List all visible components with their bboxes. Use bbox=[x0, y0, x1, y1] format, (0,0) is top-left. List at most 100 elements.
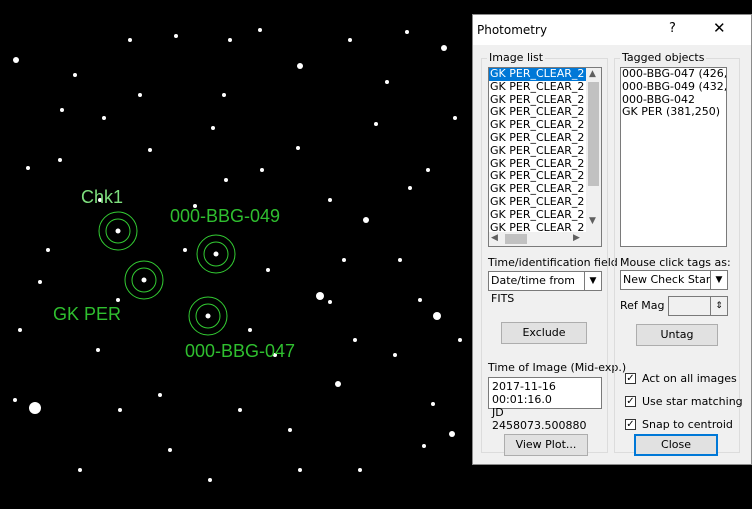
star bbox=[335, 381, 341, 387]
checkbox-label[interactable]: Act on all images bbox=[642, 372, 737, 385]
star bbox=[158, 393, 162, 397]
checkbox[interactable]: ✓ bbox=[625, 396, 636, 407]
checkbox-label[interactable]: Snap to centroid bbox=[642, 418, 733, 431]
tagged-objects-rows: 000-BBG-047 (426,27000-BBG-049 (432,2300… bbox=[621, 68, 726, 119]
tagged-objects-label: Tagged objects bbox=[620, 51, 707, 64]
star bbox=[408, 186, 412, 190]
close-x-button[interactable]: ✕ bbox=[713, 19, 726, 37]
star bbox=[174, 34, 178, 38]
image-list-item[interactable]: GK PER_CLEAR_2 bbox=[489, 80, 601, 94]
star bbox=[418, 298, 422, 302]
image-list-item[interactable]: GK PER_CLEAR_2 bbox=[489, 68, 601, 81]
image-list-scroll-thumb[interactable] bbox=[588, 82, 599, 186]
star bbox=[422, 444, 426, 448]
image-list-vscroll[interactable]: ▲ ▼ bbox=[586, 68, 601, 246]
star bbox=[73, 73, 77, 77]
target-gk-per[interactable]: GK PER bbox=[53, 260, 164, 324]
scroll-left-icon[interactable]: ◀ bbox=[491, 233, 498, 243]
star bbox=[342, 258, 346, 262]
spinner-icon[interactable]: ⇕ bbox=[710, 297, 727, 315]
exclude-button[interactable]: Exclude bbox=[501, 322, 587, 344]
star bbox=[258, 28, 262, 32]
image-list-group: Image list GK PER_CLEAR_2 GK PER_CLEAR_2 G… bbox=[481, 51, 626, 453]
mouse-click-select[interactable]: New Check Star ▼ bbox=[620, 270, 728, 290]
close-button[interactable]: Close bbox=[634, 434, 718, 456]
star bbox=[38, 280, 42, 284]
chevron-down-icon[interactable]: ▼ bbox=[710, 271, 727, 289]
star bbox=[26, 166, 30, 170]
checkbox[interactable]: ✓ bbox=[625, 373, 636, 384]
image-list-hscroll[interactable]: ◀ ▶ bbox=[489, 232, 586, 246]
star bbox=[248, 328, 252, 332]
star bbox=[393, 353, 397, 357]
star bbox=[398, 258, 402, 262]
target-label-chk1: Chk1 bbox=[81, 187, 123, 207]
star bbox=[374, 122, 378, 126]
tagged-objects-list[interactable]: 000-BBG-047 (426,27000-BBG-049 (432,2300… bbox=[620, 67, 727, 247]
star bbox=[13, 57, 19, 63]
target-chk1[interactable]: Chk1 bbox=[81, 187, 138, 251]
image-list-item[interactable]: GK PER_CLEAR_2 bbox=[489, 195, 601, 209]
dialog-titlebar[interactable]: Photometry ? ✕ bbox=[473, 15, 751, 45]
target-label-bbg-047: 000-BBG-047 bbox=[185, 341, 295, 361]
checkbox-label[interactable]: Use star matching bbox=[642, 395, 743, 408]
target-label-gk-per: GK PER bbox=[53, 304, 121, 324]
time-of-image-line-2: JD 2458073.500880 bbox=[492, 406, 587, 432]
star bbox=[453, 116, 457, 120]
star bbox=[328, 300, 332, 304]
image-list-hscroll-thumb[interactable] bbox=[505, 234, 527, 244]
star bbox=[18, 328, 22, 332]
star bbox=[363, 217, 369, 223]
star bbox=[358, 468, 362, 472]
image-list-item[interactable]: GK PER_CLEAR_2 bbox=[489, 144, 601, 158]
ref-mag-input[interactable]: ⇕ bbox=[668, 296, 728, 316]
star bbox=[46, 248, 50, 252]
star bbox=[29, 402, 41, 414]
ref-mag-label: Ref Mag bbox=[620, 299, 665, 312]
help-button[interactable]: ? bbox=[669, 21, 676, 36]
mouse-click-value: New Check Star bbox=[623, 273, 711, 286]
star bbox=[266, 268, 270, 272]
tagged-object-item[interactable]: GK PER (381,250) bbox=[621, 106, 726, 119]
image-list-item[interactable]: GK PER_CLEAR_2 bbox=[489, 131, 601, 145]
image-list-item[interactable]: GK PER_CLEAR_2 bbox=[489, 208, 601, 222]
tagged-object-item[interactable]: 000-BBG-049 (432,23 bbox=[621, 80, 726, 94]
star bbox=[431, 402, 435, 406]
tagged-objects-group: Tagged objects 000-BBG-047 (426,27000-BB… bbox=[614, 51, 743, 453]
star bbox=[228, 38, 232, 42]
star bbox=[353, 338, 357, 342]
star bbox=[348, 38, 352, 42]
star bbox=[211, 126, 215, 130]
star bbox=[405, 30, 409, 34]
checkbox[interactable]: ✓ bbox=[625, 419, 636, 430]
star bbox=[183, 248, 187, 252]
time-field-label: Time/identification field bbox=[488, 256, 618, 269]
target-bbg-049[interactable]: 000-BBG-049 bbox=[170, 206, 280, 274]
star bbox=[433, 312, 441, 320]
star bbox=[458, 338, 462, 342]
star bbox=[238, 408, 242, 412]
time-of-image-box: 2017-11-16 00:01:16.0 JD 2458073.500880 bbox=[488, 377, 602, 432]
stars-layer bbox=[13, 28, 462, 482]
target-bbg-047[interactable]: 000-BBG-047 bbox=[185, 296, 295, 361]
image-list[interactable]: GK PER_CLEAR_2 GK PER_CLEAR_2 GK PER_CLEAR… bbox=[488, 67, 602, 247]
image-list-rows: GK PER_CLEAR_2 GK PER_CLEAR_2 GK PER_CLEAR… bbox=[489, 68, 601, 246]
untag-button[interactable]: Untag bbox=[636, 324, 718, 346]
star bbox=[296, 146, 300, 150]
scroll-right-icon[interactable]: ▶ bbox=[573, 233, 580, 243]
scroll-down-icon[interactable]: ▼ bbox=[589, 216, 596, 226]
scroll-up-icon[interactable]: ▲ bbox=[589, 69, 596, 79]
star bbox=[288, 428, 292, 432]
star bbox=[148, 148, 152, 152]
image-list-label: Image list bbox=[487, 51, 546, 64]
time-of-image-label: Time of Image (Mid-exp.) bbox=[488, 361, 627, 374]
star bbox=[385, 80, 389, 84]
chevron-down-icon[interactable]: ▼ bbox=[584, 272, 601, 290]
star bbox=[118, 408, 122, 412]
star bbox=[224, 178, 228, 182]
view-plot-button[interactable]: View Plot... bbox=[504, 434, 588, 456]
tagged-object-item[interactable]: 000-BBG-047 (426,27 bbox=[621, 68, 726, 81]
star bbox=[297, 63, 303, 69]
time-of-image-line-1: 2017-11-16 00:01:16.0 bbox=[492, 380, 556, 406]
time-field-select[interactable]: Date/time from FITS ▼ bbox=[488, 271, 602, 305]
